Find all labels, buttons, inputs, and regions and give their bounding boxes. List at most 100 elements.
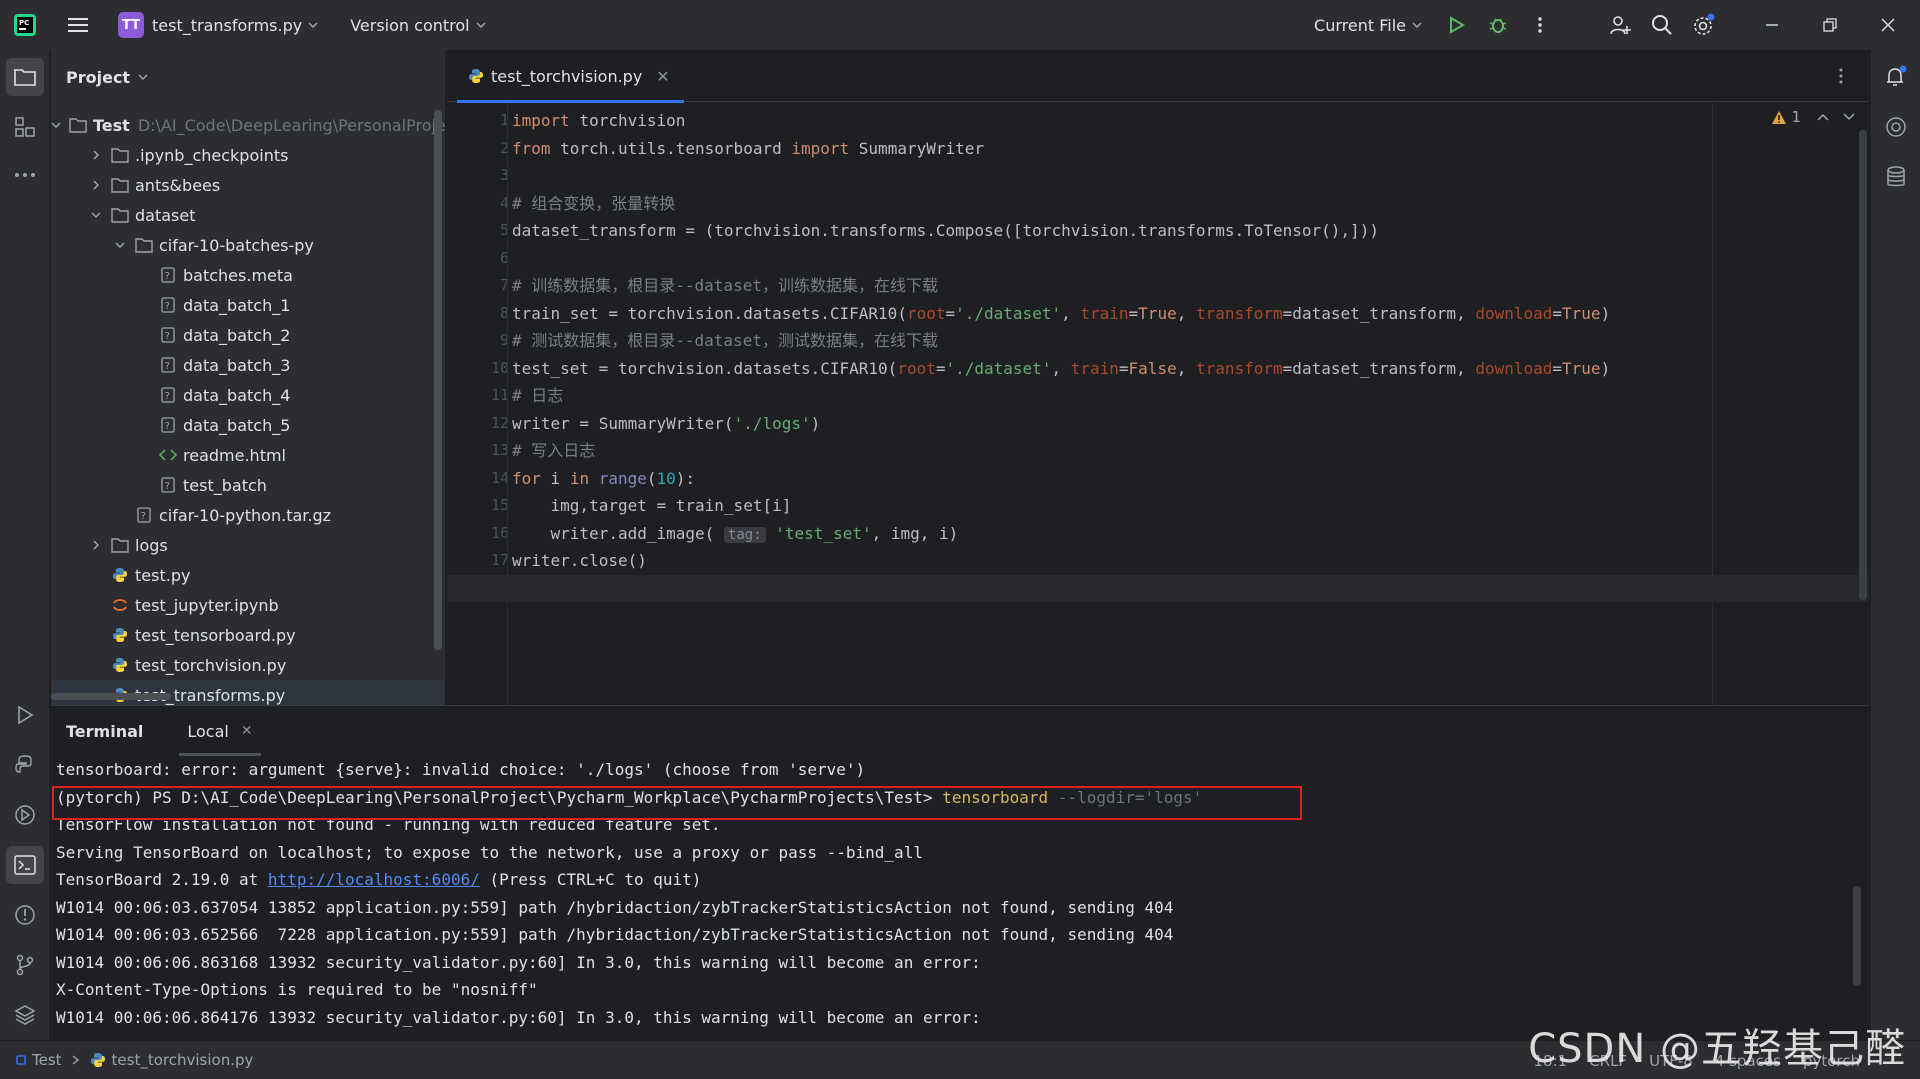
code-token: import: [512, 111, 570, 130]
code-line: # 日志: [512, 382, 563, 409]
editor-tab-test-torchvision[interactable]: test_torchvision.py ✕: [457, 50, 684, 103]
chevron-down-icon[interactable]: [51, 118, 61, 132]
tree-item-label: ants&bees: [135, 175, 221, 195]
tree-item[interactable]: cifar-10-batches-py: [51, 230, 445, 260]
settings-gear-icon[interactable]: [1684, 5, 1724, 45]
ai-assistant-icon[interactable]: [1877, 108, 1915, 146]
terminal-output[interactable]: tensorboard: error: argument {serve}: in…: [52, 756, 1856, 1031]
git-branch-icon[interactable]: [6, 946, 44, 984]
version-control-label: Version control: [350, 15, 470, 35]
tree-item[interactable]: readme.html: [51, 440, 445, 470]
run-configuration-selector[interactable]: Current File: [1314, 16, 1422, 35]
pycharm-logo-icon[interactable]: PC: [12, 12, 38, 38]
close-tab-icon[interactable]: ✕: [656, 67, 669, 86]
editor-tab-bar: test_torchvision.py ✕: [447, 50, 1869, 103]
project-folder-icon[interactable]: [6, 58, 44, 96]
line-number: 1: [499, 111, 509, 129]
tree-item[interactable]: test.py: [51, 560, 445, 590]
code-area[interactable]: import torchvision from torch.utils.tenso…: [447, 103, 1869, 705]
terminal-vertical-scrollbar[interactable]: [1853, 886, 1861, 986]
unknown-file-icon: ?: [159, 356, 177, 374]
module-icon: [16, 1055, 26, 1065]
chevron-up-icon[interactable]: [1817, 113, 1829, 121]
tree-item[interactable]: ants&bees: [51, 170, 445, 200]
breadcrumb-file[interactable]: test_torchvision.py: [112, 1051, 254, 1069]
code-line: # 写入日志: [512, 437, 595, 464]
main-menu-icon[interactable]: [58, 5, 98, 45]
run-tool-icon[interactable]: [6, 696, 44, 734]
code-token: train: [1070, 358, 1119, 378]
chevron-down-icon[interactable]: [1843, 113, 1855, 121]
python-console-icon[interactable]: [6, 746, 44, 784]
editor-vertical-scrollbar[interactable]: [1859, 130, 1867, 600]
restore-window-icon[interactable]: [1802, 5, 1858, 45]
svg-text:?: ?: [165, 301, 170, 312]
code-token: ,: [1176, 358, 1196, 378]
notifications-bell-icon[interactable]: [1877, 58, 1915, 96]
minimize-window-icon[interactable]: [1744, 5, 1800, 45]
tree-item[interactable]: ? data_batch_1: [51, 290, 445, 320]
database-icon[interactable]: [1877, 158, 1915, 196]
code-with-me-icon[interactable]: [1600, 5, 1640, 45]
layers-icon[interactable]: [6, 996, 44, 1034]
code-token: =: [1552, 358, 1563, 378]
tree-item[interactable]: logs: [51, 530, 445, 560]
tree-item[interactable]: Test D:\AI_Code\DeepLearing\PersonalProje…: [51, 110, 445, 140]
services-icon[interactable]: [6, 796, 44, 834]
more-tools-icon[interactable]: [6, 156, 44, 194]
python-file-icon: [111, 656, 129, 674]
inspection-widget[interactable]: 1: [1771, 108, 1855, 126]
problems-icon[interactable]: [6, 896, 44, 934]
tree-item[interactable]: ? cifar-10-python.tar.gz: [51, 500, 445, 530]
breadcrumb-project[interactable]: Test: [32, 1051, 62, 1069]
tree-item[interactable]: test_tensorboard.py: [51, 620, 445, 650]
unknown-file-icon: ?: [159, 386, 177, 404]
tree-item[interactable]: dataset: [51, 200, 445, 230]
chevron-right-icon: [72, 1055, 79, 1065]
editor-more-options-icon[interactable]: [1827, 62, 1855, 90]
chevron-down-icon[interactable]: [113, 238, 127, 252]
close-terminal-tab-icon[interactable]: ✕: [241, 723, 253, 739]
project-horizontal-scrollbar[interactable]: [51, 693, 171, 700]
tensorboard-url-link[interactable]: http://localhost:6006/: [268, 870, 480, 889]
run-icon[interactable]: [1436, 5, 1476, 45]
code-line: dataset_transform = (torchvision.transfo…: [512, 217, 1379, 244]
code-token: 10: [656, 468, 676, 488]
code-token: # 写入日志: [512, 441, 596, 460]
close-window-icon[interactable]: [1860, 5, 1916, 45]
project-name: test_transforms.py: [152, 15, 303, 35]
folder-icon: [135, 236, 153, 254]
structure-icon[interactable]: [6, 108, 44, 146]
chevron-right-icon[interactable]: [89, 148, 103, 162]
tree-item-label: .ipynb_checkpoints: [135, 145, 289, 165]
tree-item[interactable]: .ipynb_checkpoints: [51, 140, 445, 170]
tree-item[interactable]: ? data_batch_5: [51, 410, 445, 440]
project-vertical-scrollbar[interactable]: [434, 110, 442, 650]
code-token: ): [1600, 303, 1611, 323]
tree-item[interactable]: ? test_batch: [51, 470, 445, 500]
tree-item[interactable]: test_torchvision.py: [51, 650, 445, 680]
tree-item[interactable]: ? data_batch_2: [51, 320, 445, 350]
tree-item[interactable]: test_jupyter.ipynb: [51, 590, 445, 620]
terminal-icon[interactable]: [6, 846, 44, 884]
svg-text:?: ?: [165, 361, 170, 372]
code-token: # 训练数据集，根目录--dataset，训练数据集，在线下载: [512, 276, 938, 295]
terminal-text: (Press CTRL+C to quit): [479, 870, 702, 889]
code-token: False: [1128, 358, 1177, 378]
title-bar: PC TT test_transforms.py Version control…: [0, 0, 1920, 50]
terminal-tab-local[interactable]: Local ✕: [179, 706, 261, 756]
tree-item[interactable]: ? data_batch_3: [51, 350, 445, 380]
tree-item[interactable]: ? data_batch_4: [51, 380, 445, 410]
debug-icon[interactable]: [1478, 5, 1518, 45]
tree-item-label: dataset: [135, 205, 196, 225]
chevron-right-icon[interactable]: [89, 538, 103, 552]
search-icon[interactable]: [1642, 5, 1682, 45]
more-actions-icon[interactable]: [1520, 5, 1560, 45]
code-token: SummaryWriter: [849, 138, 985, 158]
chevron-right-icon[interactable]: [89, 178, 103, 192]
chevron-down-icon[interactable]: [89, 208, 103, 222]
project-panel-header[interactable]: Project: [51, 50, 445, 104]
project-switcher[interactable]: TT test_transforms.py: [112, 7, 324, 43]
version-control-menu[interactable]: Version control: [350, 15, 486, 35]
tree-item[interactable]: ? batches.meta: [51, 260, 445, 290]
